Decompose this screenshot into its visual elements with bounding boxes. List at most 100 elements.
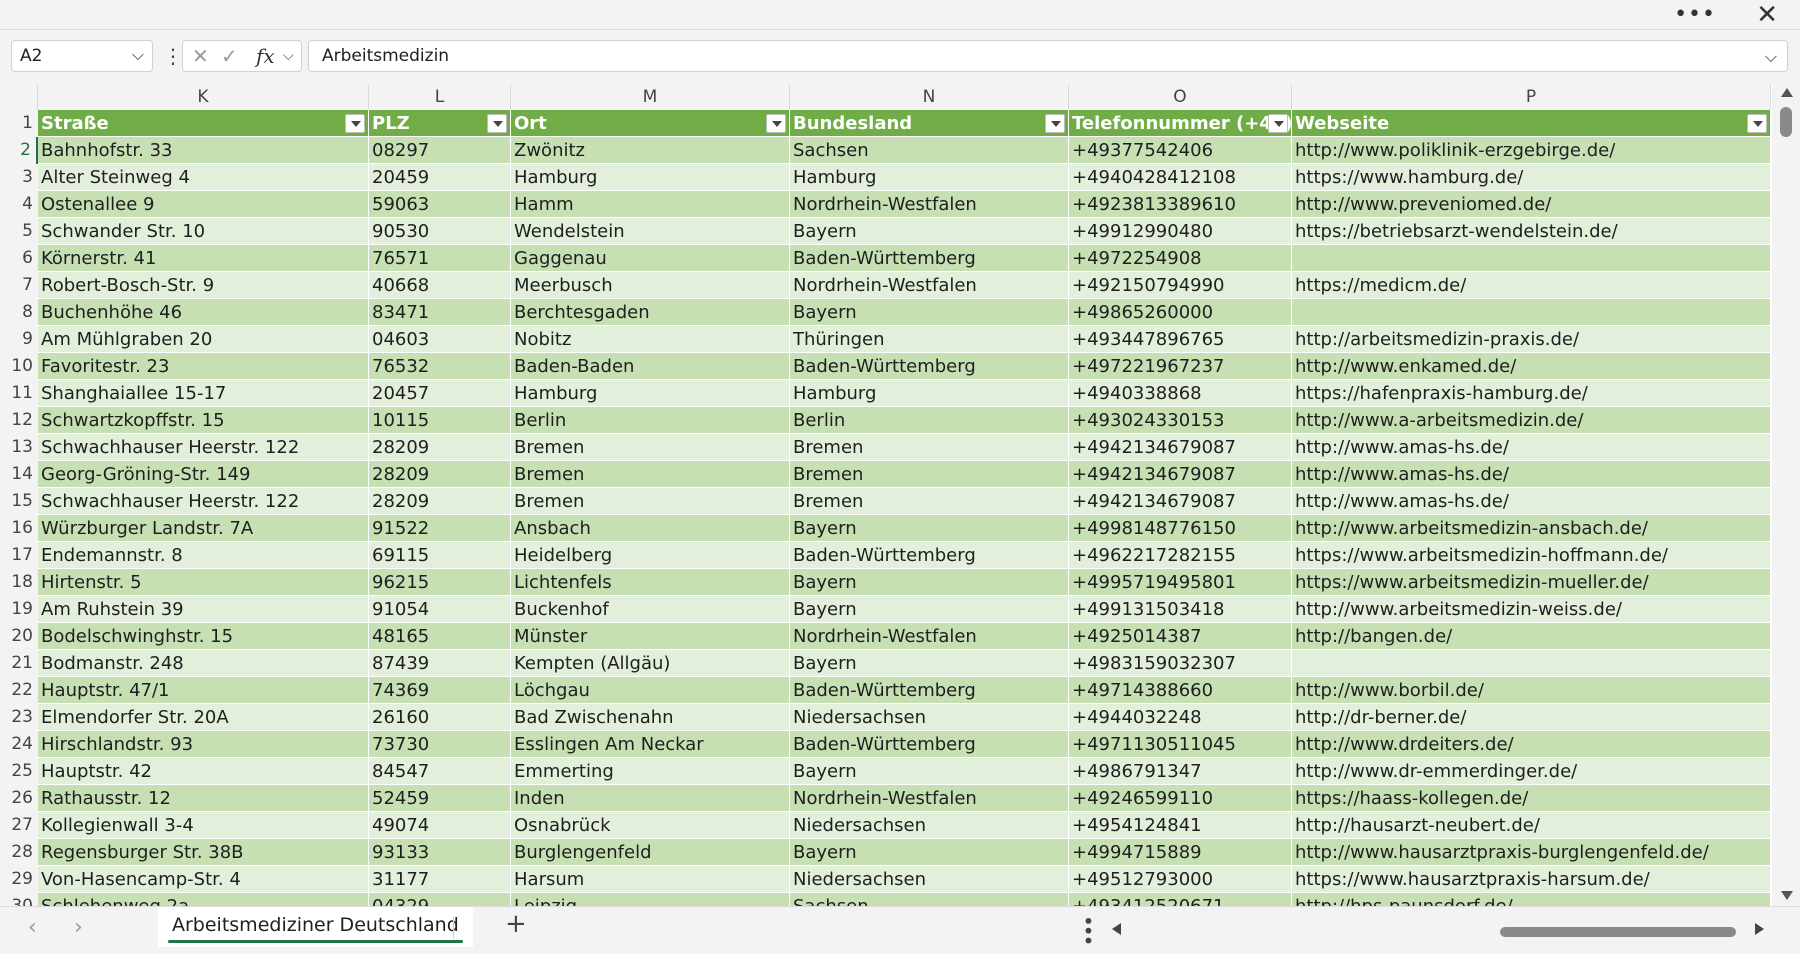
table-cell[interactable]: Hamm — [511, 191, 790, 218]
row-header[interactable]: 13 — [0, 434, 38, 461]
table-cell[interactable]: Bremen — [511, 488, 790, 515]
table-cell[interactable]: +49912990480 — [1069, 218, 1292, 245]
table-cell[interactable]: Schlehenweg 2a — [38, 893, 369, 906]
cancel-icon[interactable]: ✕ — [192, 44, 209, 68]
table-cell[interactable]: Körnerstr. 41 — [38, 245, 369, 272]
table-cell[interactable]: +4925014387 — [1069, 623, 1292, 650]
row-header[interactable]: 11 — [0, 380, 38, 407]
table-cell[interactable]: Baden-Württemberg — [790, 353, 1069, 380]
table-cell[interactable]: 69115 — [369, 542, 511, 569]
table-cell[interactable]: http://dr-berner.de/ — [1292, 704, 1771, 731]
table-cell[interactable]: Meerbusch — [511, 272, 790, 299]
table-cell[interactable]: http://bangen.de/ — [1292, 623, 1771, 650]
table-cell[interactable]: Zwönitz — [511, 137, 790, 164]
row-header[interactable]: 26 — [0, 785, 38, 812]
table-cell[interactable]: +499131503418 — [1069, 596, 1292, 623]
table-cell[interactable]: http://www.amas-hs.de/ — [1292, 488, 1771, 515]
table-cell[interactable]: https://medicm.de/ — [1292, 272, 1771, 299]
table-cell[interactable]: Am Mühlgraben 20 — [38, 326, 369, 353]
table-cell[interactable]: 28209 — [369, 434, 511, 461]
previous-sheet-icon[interactable]: ‹ — [28, 915, 37, 940]
column-header-p[interactable]: P — [1292, 84, 1771, 110]
table-cell[interactable]: Niedersachsen — [790, 812, 1069, 839]
table-cell[interactable]: Nordrhein-Westfalen — [790, 785, 1069, 812]
table-cell[interactable]: Bayern — [790, 299, 1069, 326]
row-header[interactable]: 8 — [0, 299, 38, 326]
table-cell[interactable]: 87439 — [369, 650, 511, 677]
table-cell[interactable]: 04603 — [369, 326, 511, 353]
table-header-cell[interactable]: Bundesland — [790, 110, 1069, 137]
table-cell[interactable]: 91054 — [369, 596, 511, 623]
row-header[interactable]: 12 — [0, 407, 38, 434]
name-box[interactable]: A2 ⌵ — [11, 40, 153, 72]
column-header-m[interactable]: M — [511, 84, 790, 110]
table-cell[interactable]: https://hafenpraxis-hamburg.de/ — [1292, 380, 1771, 407]
table-cell[interactable]: Rathausstr. 12 — [38, 785, 369, 812]
table-cell[interactable]: Berlin — [790, 407, 1069, 434]
table-cell[interactable]: Baden-Württemberg — [790, 677, 1069, 704]
table-cell[interactable]: 26160 — [369, 704, 511, 731]
row-header[interactable]: 27 — [0, 812, 38, 839]
table-cell[interactable]: Alter Steinweg 4 — [38, 164, 369, 191]
table-cell[interactable]: http://www.amas-hs.de/ — [1292, 434, 1771, 461]
table-cell[interactable]: Ansbach — [511, 515, 790, 542]
filter-dropdown-icon[interactable] — [345, 114, 365, 133]
row-header[interactable]: 19 — [0, 596, 38, 623]
table-cell[interactable]: Nobitz — [511, 326, 790, 353]
table-cell[interactable]: Berlin — [511, 407, 790, 434]
table-cell[interactable]: 83471 — [369, 299, 511, 326]
row-header[interactable]: 18 — [0, 569, 38, 596]
table-cell[interactable]: Bayern — [790, 758, 1069, 785]
table-cell[interactable]: Schwartzkopffstr. 15 — [38, 407, 369, 434]
table-cell[interactable]: Von-Hasencamp-Str. 4 — [38, 866, 369, 893]
table-cell[interactable]: Kempten (Allgäu) — [511, 650, 790, 677]
table-cell[interactable]: +4998148776150 — [1069, 515, 1292, 542]
table-cell[interactable]: +49377542406 — [1069, 137, 1292, 164]
row-header[interactable]: 10 — [0, 353, 38, 380]
table-cell[interactable]: Buckenhof — [511, 596, 790, 623]
table-cell[interactable]: http://www.poliklinik-erzgebirge.de/ — [1292, 137, 1771, 164]
table-cell[interactable]: Würzburger Landstr. 7A — [38, 515, 369, 542]
table-cell[interactable]: +4994715889 — [1069, 839, 1292, 866]
horizontal-scroll-thumb[interactable] — [1500, 927, 1736, 937]
table-cell[interactable]: http://hausarzt-neubert.de/ — [1292, 812, 1771, 839]
table-header-cell[interactable]: PLZ — [369, 110, 511, 137]
table-cell[interactable]: Bodelschwinghstr. 15 — [38, 623, 369, 650]
table-header-cell[interactable]: Webseite — [1292, 110, 1771, 137]
column-header-l[interactable]: L — [369, 84, 511, 110]
table-cell[interactable]: Leipzig — [511, 893, 790, 906]
table-cell[interactable]: +493412520671 — [1069, 893, 1292, 906]
row-header[interactable]: 28 — [0, 839, 38, 866]
table-cell[interactable]: 52459 — [369, 785, 511, 812]
table-cell[interactable]: Baden-Württemberg — [790, 731, 1069, 758]
table-cell[interactable]: +49714388660 — [1069, 677, 1292, 704]
column-header-o[interactable]: O — [1069, 84, 1292, 110]
table-cell[interactable]: Löchgau — [511, 677, 790, 704]
table-cell[interactable]: +4923813389610 — [1069, 191, 1292, 218]
row-header[interactable]: 20 — [0, 623, 38, 650]
formula-input[interactable]: Arbeitsmedizin ⌵ — [308, 40, 1788, 72]
row-header[interactable]: 14 — [0, 461, 38, 488]
row-header[interactable]: 23 — [0, 704, 38, 731]
table-cell[interactable]: 76532 — [369, 353, 511, 380]
table-cell[interactable] — [1292, 650, 1771, 677]
filter-dropdown-icon[interactable] — [1045, 114, 1065, 133]
table-cell[interactable]: http://www.hausarztpraxis-burglengenfeld… — [1292, 839, 1771, 866]
row-header[interactable]: 24 — [0, 731, 38, 758]
table-cell[interactable]: Thüringen — [790, 326, 1069, 353]
table-cell[interactable]: https://www.hausarztpraxis-harsum.de/ — [1292, 866, 1771, 893]
table-cell[interactable]: 91522 — [369, 515, 511, 542]
table-cell[interactable]: 96215 — [369, 569, 511, 596]
table-cell[interactable]: Hirtenstr. 5 — [38, 569, 369, 596]
filter-dropdown-icon[interactable] — [487, 114, 507, 133]
table-cell[interactable]: Wendelstein — [511, 218, 790, 245]
row-header[interactable]: 15 — [0, 488, 38, 515]
table-cell[interactable] — [1292, 299, 1771, 326]
table-cell[interactable]: http://hps-paunsdorf.de/ — [1292, 893, 1771, 906]
table-cell[interactable]: Baden-Baden — [511, 353, 790, 380]
table-cell[interactable]: https://betriebsarzt-wendelstein.de/ — [1292, 218, 1771, 245]
chevron-down-icon[interactable]: ⌵ — [283, 48, 294, 64]
table-cell[interactable]: Osnabrück — [511, 812, 790, 839]
table-cell[interactable]: Nordrhein-Westfalen — [790, 272, 1069, 299]
table-cell[interactable]: +4971130511045 — [1069, 731, 1292, 758]
